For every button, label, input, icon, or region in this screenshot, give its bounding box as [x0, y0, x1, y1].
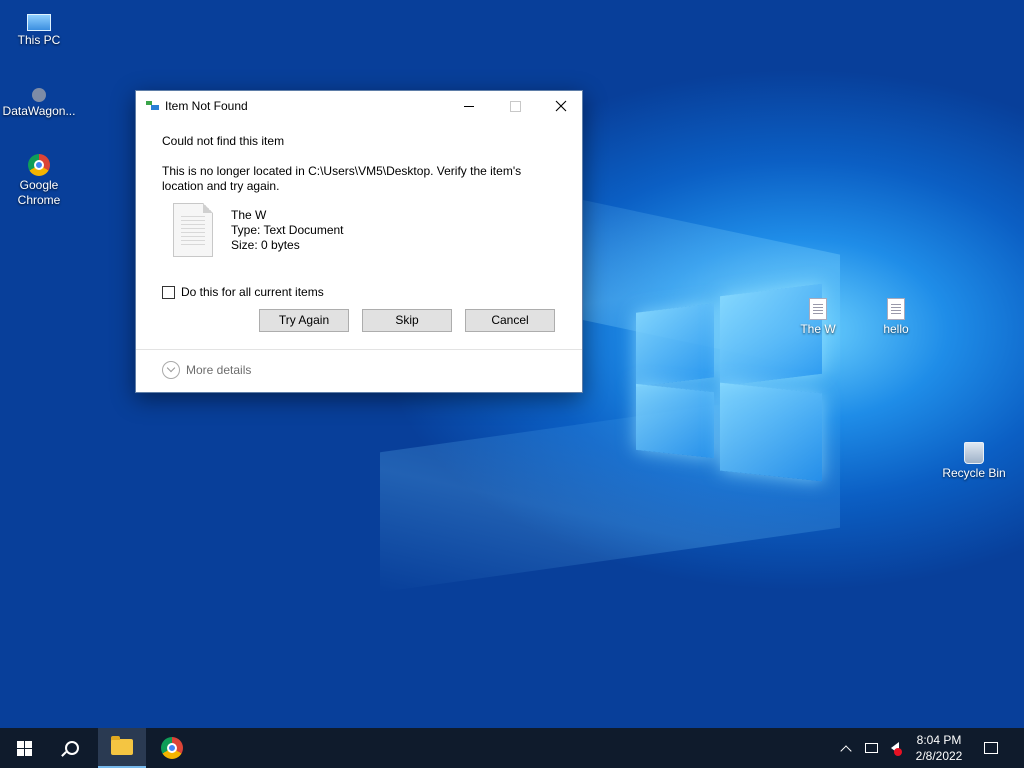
dialog-message: This is no longer located in C:\Users\VM…	[162, 164, 522, 193]
item-not-found-dialog: Item Not Found Could not find this item …	[135, 90, 583, 393]
dialog-heading: Could not find this item	[162, 134, 285, 148]
file-explorer-taskbar-button[interactable]	[98, 728, 146, 768]
text-document-icon	[887, 298, 905, 320]
more-details-label[interactable]: More details	[186, 363, 251, 377]
muted-badge-icon	[894, 748, 902, 756]
clock-time: 8:04 PM	[916, 733, 962, 747]
desktop-icon-label: Recycle Bin	[942, 466, 1006, 480]
maximize-button	[492, 91, 538, 121]
close-icon	[555, 100, 567, 112]
desktop-icon-recycle-bin[interactable]: Recycle Bin	[936, 436, 1012, 481]
chrome-icon	[161, 737, 183, 759]
desktop-icon-google-chrome[interactable]: Google Chrome	[1, 150, 77, 208]
apply-all-checkbox-label[interactable]: Do this for all current items	[181, 285, 324, 299]
search-button[interactable]	[48, 728, 96, 768]
start-button[interactable]	[0, 728, 48, 768]
show-hidden-icons-button[interactable]	[836, 728, 856, 768]
text-document-icon	[173, 203, 213, 257]
text-document-icon	[809, 298, 827, 320]
file-size: Size: 0 bytes	[231, 238, 300, 252]
divider	[136, 349, 582, 350]
taskbar: 8:04 PM 2/8/2022	[0, 728, 1024, 768]
file-info: The W Type: Text Document Size: 0 bytes	[231, 208, 344, 253]
search-icon	[65, 741, 79, 755]
try-again-button[interactable]: Try Again	[259, 309, 349, 332]
network-icon	[864, 743, 878, 753]
chevron-down-icon	[162, 361, 180, 379]
desktop-icon-label: This PC	[17, 33, 61, 47]
file-move-icon	[146, 101, 160, 111]
desktop-icon-label: DataWagon...	[2, 104, 76, 118]
notification-icon	[984, 742, 998, 754]
desktop-icon-this-pc[interactable]: This PC	[1, 6, 77, 48]
dialog-titlebar[interactable]: Item Not Found	[136, 91, 582, 121]
desktop-icon-hello[interactable]: hello	[858, 292, 934, 337]
recycle-bin-icon	[964, 442, 984, 464]
apply-all-checkbox[interactable]	[162, 285, 175, 299]
network-button[interactable]	[860, 728, 882, 768]
desktop-icon-the-w[interactable]: The W	[780, 292, 856, 337]
windows-start-icon	[16, 740, 32, 756]
clock[interactable]: 8:04 PM 2/8/2022	[906, 728, 972, 768]
desktop-icon-datawagon[interactable]: DataWagon...	[1, 78, 77, 119]
file-name: The W	[231, 208, 267, 222]
desktop-icon-label: Google Chrome	[17, 178, 61, 207]
close-button[interactable]	[538, 91, 584, 121]
this-pc-icon	[27, 14, 51, 31]
chrome-taskbar-button[interactable]	[148, 728, 196, 768]
chrome-icon	[28, 154, 50, 176]
action-center-button[interactable]	[976, 728, 1006, 768]
clock-date: 2/8/2022	[915, 749, 963, 763]
file-type: Type: Text Document	[231, 223, 344, 237]
more-details-toggle[interactable]: More details	[162, 361, 251, 379]
desktop-icon-label: hello	[883, 322, 909, 336]
datawagon-icon	[32, 88, 46, 102]
cancel-button[interactable]: Cancel	[465, 309, 555, 332]
dialog-title: Item Not Found	[165, 99, 248, 113]
skip-button[interactable]: Skip	[362, 309, 452, 332]
chevron-up-icon	[840, 744, 852, 757]
minimize-button[interactable]	[446, 91, 492, 121]
file-explorer-icon	[111, 736, 133, 755]
desktop-icon-label: The W	[800, 322, 836, 336]
apply-all-checkbox-row[interactable]: Do this for all current items	[162, 285, 324, 299]
